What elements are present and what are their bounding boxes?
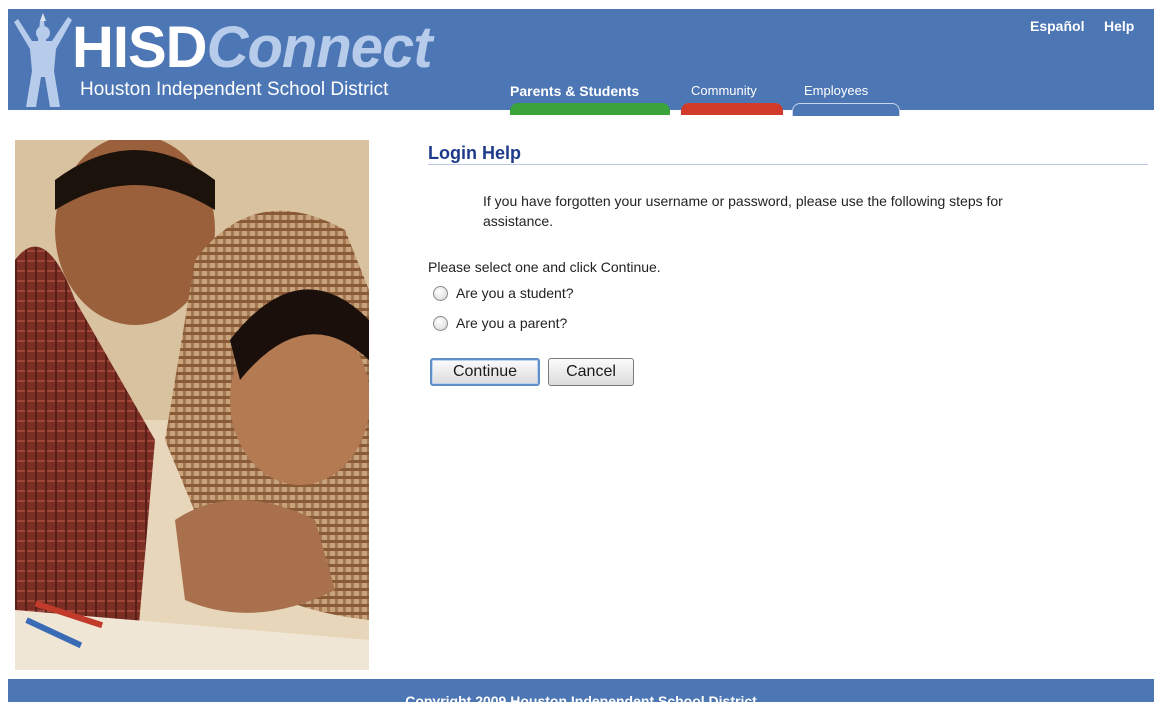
tab-parents-students-bar[interactable] [510, 103, 670, 115]
option-parent[interactable]: Are you a parent? [433, 315, 567, 331]
title-divider [428, 164, 1148, 165]
option-student-label: Are you a student? [456, 285, 574, 301]
radio-button[interactable] [433, 285, 448, 301]
cancel-button[interactable]: Cancel [548, 358, 634, 386]
site-logo-wordmark[interactable]: HISDConnect [72, 19, 433, 77]
tab-community[interactable]: Community [691, 83, 757, 98]
tab-employees-bar[interactable] [792, 103, 900, 116]
logo-main-text: HISD [72, 15, 208, 80]
hisd-figure-logo [14, 13, 72, 107]
site-header: HISDConnect Houston Independent School D… [8, 9, 1154, 116]
continue-button[interactable]: Continue [430, 358, 540, 386]
logo-subtitle: Houston Independent School District [80, 79, 389, 100]
father-and-son-photo [15, 140, 369, 670]
tab-community-bar[interactable] [681, 103, 783, 115]
site-footer: Copyright 2009 Houston Independent Schoo… [8, 679, 1154, 702]
espanol-link[interactable]: Español [1030, 18, 1084, 34]
copyright-text: Copyright 2009 Houston Independent Schoo… [405, 693, 757, 702]
tab-employees[interactable]: Employees [804, 83, 868, 98]
tab-parents-students[interactable]: Parents & Students [510, 83, 639, 99]
help-link[interactable]: Help [1104, 18, 1134, 34]
instruction-text: Please select one and click Continue. [428, 259, 661, 275]
option-student[interactable]: Are you a student? [433, 285, 574, 301]
intro-text: If you have forgotten your username or p… [483, 193, 1003, 229]
logo-accent-text: Connect [206, 15, 433, 80]
radio-button[interactable] [433, 315, 448, 331]
option-parent-label: Are you a parent? [456, 315, 568, 331]
page-title: Login Help [428, 143, 521, 163]
page-frame: HISDConnect Houston Independent School D… [8, 9, 1154, 702]
